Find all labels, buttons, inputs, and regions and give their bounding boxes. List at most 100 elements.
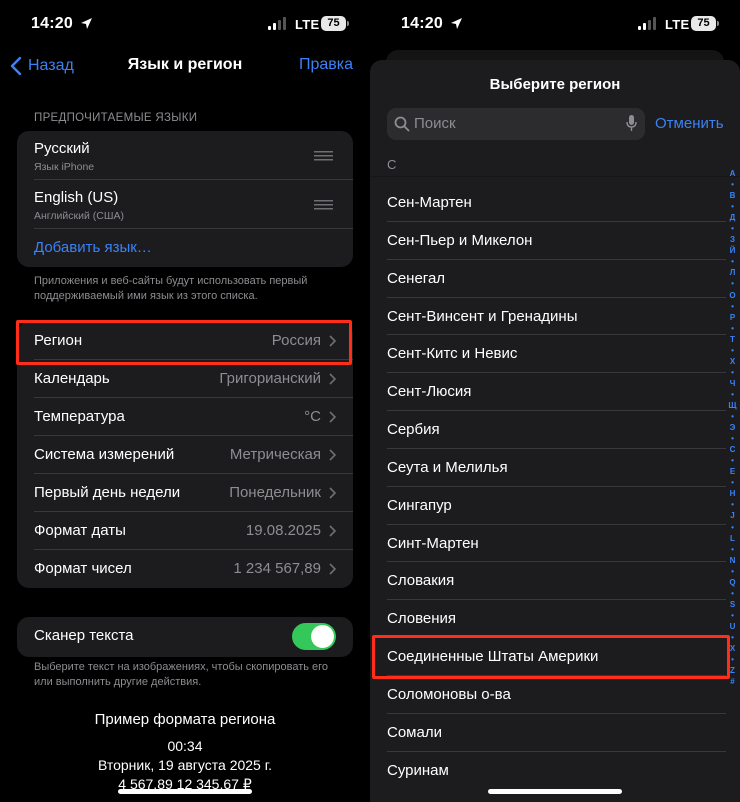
cancel-button[interactable]: Отменить bbox=[655, 115, 724, 132]
region-item[interactable]: Сен-Пьер и Микелон bbox=[370, 222, 726, 260]
example-date: Вторник, 19 августа 2025 г. bbox=[97, 757, 273, 773]
settings-row-first-weekday[interactable]: Первый день недели Понедельник bbox=[17, 474, 353, 512]
language-region-screen: 14:20 LTE 75 Назад Язык и регион Правка … bbox=[0, 0, 370, 802]
index-letter[interactable]: Д bbox=[728, 212, 737, 223]
index-letter[interactable]: А bbox=[728, 168, 737, 179]
region-item[interactable]: Сент-Винсент и Гренадины bbox=[370, 298, 726, 336]
index-letter[interactable]: • bbox=[728, 433, 737, 444]
index-letter[interactable]: В bbox=[728, 190, 737, 201]
text-scanner-toggle[interactable] bbox=[292, 623, 336, 650]
settings-row-text-scanner: Сканер текста bbox=[17, 617, 353, 655]
index-letter[interactable]: E bbox=[728, 466, 737, 477]
index-letter[interactable]: Щ bbox=[728, 400, 737, 411]
index-letter[interactable]: U bbox=[728, 621, 737, 632]
index-letter[interactable]: H bbox=[728, 488, 737, 499]
index-letter[interactable]: • bbox=[728, 367, 737, 378]
status-bar: 14:20 LTE 75 bbox=[370, 0, 740, 50]
index-letter[interactable]: • bbox=[728, 610, 737, 621]
index-letter[interactable]: • bbox=[728, 566, 737, 577]
region-item[interactable]: Сент-Люсия bbox=[370, 373, 726, 412]
index-letter[interactable]: • bbox=[728, 301, 737, 312]
index-letter[interactable]: Ч bbox=[728, 378, 737, 389]
alphabet-index[interactable]: А • В • Д • З Й • Л • О • Р • Т • Х • Ч • Щ • Э • С • E • H • J • L • N • Q • S… bbox=[728, 168, 737, 687]
index-letter[interactable]: • bbox=[728, 522, 737, 533]
region-item[interactable]: Суринам bbox=[370, 752, 726, 790]
settings-row-temperature[interactable]: Температура °C bbox=[17, 398, 353, 436]
status-time: 14:20 bbox=[401, 15, 443, 32]
region-item[interactable]: Сомали bbox=[370, 714, 726, 752]
index-letter[interactable]: • bbox=[728, 477, 737, 488]
region-name: Словения bbox=[387, 610, 457, 628]
index-letter[interactable]: • bbox=[728, 588, 737, 599]
reorder-handle-icon[interactable] bbox=[314, 200, 333, 210]
home-indicator[interactable] bbox=[118, 789, 252, 794]
languages-footnote: Приложения и веб-сайты будут использоват… bbox=[34, 275, 308, 302]
settings-row-calendar[interactable]: Календарь Григорианский bbox=[17, 360, 353, 398]
search-icon bbox=[394, 116, 410, 132]
location-arrow-icon bbox=[451, 18, 462, 29]
settings-row-date-format[interactable]: Формат даты 19.08.2025 bbox=[17, 512, 353, 550]
search-input[interactable]: Поиск bbox=[414, 115, 614, 132]
reorder-handle-icon[interactable] bbox=[314, 151, 333, 161]
language-subtitle: Английский (США) bbox=[34, 210, 124, 222]
index-letter[interactable]: С bbox=[728, 444, 737, 455]
language-name: Русский bbox=[34, 140, 90, 157]
languages-section-header: ПРЕДПОЧИТАЕМЫЕ ЯЗЫКИ bbox=[34, 112, 198, 124]
region-item[interactable]: Сеута и Мелилья bbox=[370, 449, 726, 487]
region-name: Сербия bbox=[387, 421, 440, 439]
battery-icon: 75 bbox=[321, 16, 349, 31]
index-letter[interactable]: Х bbox=[728, 356, 737, 367]
row-label: Формат даты bbox=[34, 522, 126, 539]
index-letter[interactable]: Т bbox=[728, 334, 737, 345]
index-letter[interactable]: • bbox=[728, 389, 737, 400]
index-letter[interactable]: • bbox=[728, 223, 737, 234]
index-letter[interactable]: Q bbox=[728, 577, 737, 588]
index-letter[interactable]: • bbox=[728, 179, 737, 190]
section-divider bbox=[370, 176, 740, 177]
index-letter[interactable]: S bbox=[728, 599, 737, 610]
chevron-right-icon bbox=[329, 449, 336, 461]
region-example-title: Пример формата региона bbox=[94, 711, 276, 728]
region-item[interactable]: Сербия bbox=[370, 411, 726, 449]
language-row-russian[interactable]: Русский Язык iPhone bbox=[17, 131, 353, 180]
index-letter[interactable]: • bbox=[728, 256, 737, 267]
index-letter[interactable]: • bbox=[728, 411, 737, 422]
search-field[interactable]: Поиск bbox=[387, 108, 645, 140]
index-letter[interactable]: • bbox=[728, 455, 737, 466]
index-letter[interactable]: Й bbox=[728, 245, 737, 256]
row-value: Понедельник bbox=[229, 484, 321, 501]
region-item[interactable]: Соломоновы о-ва bbox=[370, 676, 726, 714]
settings-row-number-format[interactable]: Формат чисел 1 234 567,89 bbox=[17, 550, 353, 588]
index-letter[interactable]: • bbox=[728, 201, 737, 212]
region-item[interactable]: Сингапур bbox=[370, 487, 726, 525]
network-type: LTE bbox=[665, 17, 690, 32]
index-letter[interactable]: • bbox=[728, 345, 737, 356]
chevron-right-icon bbox=[329, 563, 336, 575]
index-letter[interactable]: Э bbox=[728, 422, 737, 433]
region-name: Сеута и Мелилья bbox=[387, 458, 508, 476]
index-letter[interactable]: • bbox=[728, 323, 737, 334]
index-letter[interactable]: • bbox=[728, 278, 737, 289]
region-item[interactable]: Словакия bbox=[370, 562, 726, 601]
region-item[interactable]: Сен-Мартен bbox=[370, 184, 726, 222]
edit-button[interactable]: Правка bbox=[299, 56, 353, 74]
index-letter[interactable]: З bbox=[728, 234, 737, 245]
microphone-icon[interactable] bbox=[626, 115, 637, 132]
region-item[interactable]: Синт-Мартен bbox=[370, 525, 726, 563]
region-item[interactable]: Сенегал bbox=[370, 260, 726, 298]
home-indicator[interactable] bbox=[488, 789, 622, 794]
index-letter[interactable]: N bbox=[728, 555, 737, 566]
region-item[interactable]: Словения bbox=[370, 600, 726, 639]
index-letter[interactable]: Л bbox=[728, 267, 737, 278]
index-letter[interactable]: • bbox=[728, 499, 737, 510]
index-letter[interactable]: • bbox=[728, 544, 737, 555]
region-name: Сингапур bbox=[387, 496, 452, 514]
add-language-button[interactable]: Добавить язык… bbox=[17, 229, 353, 267]
language-row-english[interactable]: English (US) Английский (США) bbox=[17, 180, 353, 229]
index-letter[interactable]: L bbox=[728, 533, 737, 544]
index-letter[interactable]: О bbox=[728, 290, 737, 301]
settings-row-measurement[interactable]: Система измерений Метрическая bbox=[17, 436, 353, 474]
region-item[interactable]: Сент-Китс и Невис bbox=[370, 335, 726, 374]
index-letter[interactable]: J bbox=[728, 510, 737, 521]
index-letter[interactable]: Р bbox=[728, 312, 737, 323]
